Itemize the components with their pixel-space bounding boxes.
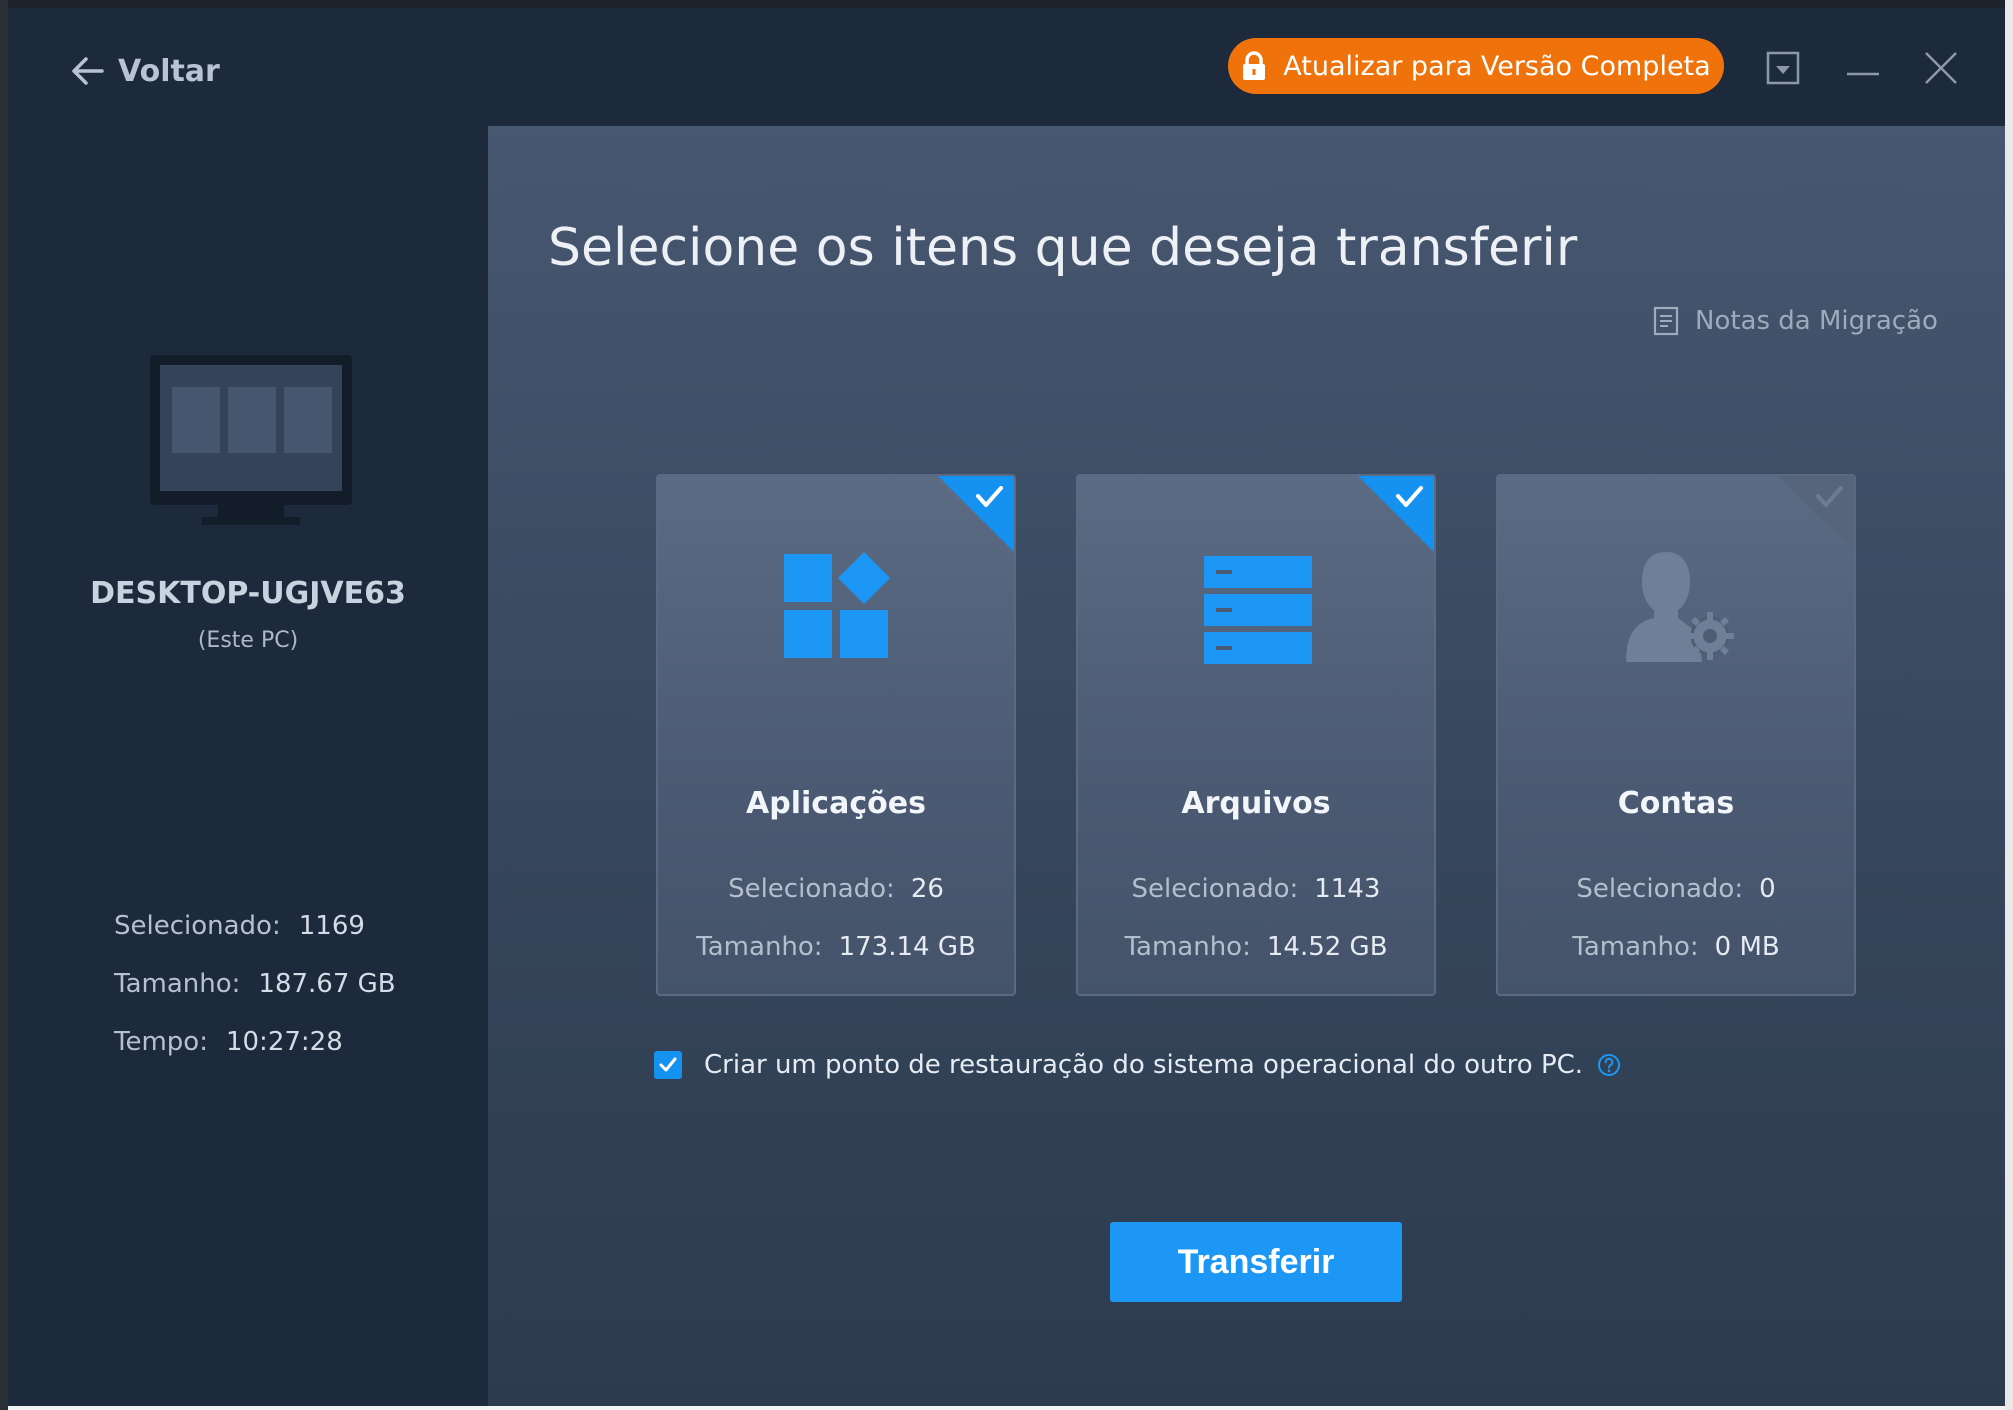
card-size-value: 173.14 GB	[838, 932, 976, 962]
computer-monitor-icon	[150, 355, 352, 525]
category-card-files[interactable]: Arquivos Selecionado: 1143 Tamanho: 14.52 …	[1076, 474, 1436, 996]
migration-notes-link[interactable]: Notas da Migração	[1653, 306, 1938, 336]
stat-time: Tempo: 10:27:28	[114, 1027, 396, 1085]
apps-icon	[784, 552, 890, 658]
sidebar: DESKTOP-UGJVE63 (Este PC) Selecionado: 1…	[8, 126, 488, 1406]
card-size: Tamanho: 14.52 GB	[1078, 932, 1434, 962]
card-size-label: Tamanho:	[1572, 932, 1699, 962]
stat-label: Tamanho:	[114, 969, 241, 999]
card-selected-label: Selecionado:	[1576, 874, 1744, 904]
lock-icon	[1243, 51, 1266, 80]
transfer-stats: Selecionado: 1169 Tamanho: 187.67 GB Tem…	[114, 911, 396, 1085]
stat-value: 10:27:28	[225, 1027, 343, 1057]
category-card-accounts[interactable]: Contas Selecionado: 0 Tamanho: 0 MB	[1496, 474, 1856, 996]
close-icon[interactable]	[1921, 48, 1961, 88]
card-title: Aplicações	[746, 786, 926, 821]
stat-value: 1169	[298, 911, 365, 941]
card-selected-value: 26	[910, 874, 944, 904]
card-size: Tamanho: 173.14 GB	[658, 932, 1014, 962]
migration-notes-label: Notas da Migração	[1695, 306, 1938, 336]
desktop-background-top	[0, 0, 2013, 8]
card-title: Contas	[1617, 786, 1735, 821]
files-icon	[1204, 556, 1312, 664]
back-label: Voltar	[118, 53, 220, 89]
dropdown-menu-icon[interactable]	[1763, 48, 1803, 88]
card-size-label: Tamanho:	[696, 932, 823, 962]
desktop-background-left	[0, 0, 8, 1410]
card-selected-value: 1143	[1314, 874, 1381, 904]
card-size-value: 0 MB	[1714, 932, 1780, 962]
checkmark-icon	[659, 1057, 677, 1072]
account-settings-icon	[1626, 552, 1734, 662]
card-size-label: Tamanho:	[1124, 932, 1251, 962]
restore-point-option: Criar um ponto de restauração do sistema…	[654, 1050, 1621, 1080]
restore-point-checkbox[interactable]	[654, 1051, 682, 1079]
card-selected: Selecionado: 1143	[1078, 874, 1434, 904]
card-size-value: 14.52 GB	[1266, 932, 1388, 962]
check-icon	[1358, 476, 1434, 552]
card-selected-value: 0	[1759, 874, 1776, 904]
document-icon	[1653, 306, 1679, 336]
main-panel: Selecione os itens que deseja transferir…	[488, 126, 2005, 1406]
category-card-applications[interactable]: Aplicações Selecionado: 26 Tamanho: 173.14…	[656, 474, 1016, 996]
card-selected: Selecionado: 0	[1498, 874, 1854, 904]
card-selected-label: Selecionado:	[728, 874, 895, 904]
stat-label: Tempo:	[114, 1027, 208, 1057]
minimize-icon[interactable]	[1843, 48, 1883, 88]
card-selected: Selecionado: 26	[658, 874, 1014, 904]
upgrade-label: Atualizar para Versão Completa	[1283, 50, 1711, 82]
card-size: Tamanho: 0 MB	[1498, 932, 1854, 962]
page-title: Selecione os itens que deseja transferir	[548, 218, 1578, 278]
title-bar: Voltar Atualizar para Versão Completa	[8, 8, 2005, 126]
restore-point-label: Criar um ponto de restauração do sistema…	[704, 1050, 1584, 1080]
card-title: Arquivos	[1181, 786, 1331, 821]
stat-selected: Selecionado: 1169	[114, 911, 396, 969]
help-icon[interactable]	[1597, 1053, 1621, 1077]
pc-subtitle: (Este PC)	[197, 628, 299, 653]
card-selected-label: Selecionado:	[1131, 874, 1299, 904]
check-icon	[938, 476, 1014, 552]
arrow-left-icon	[72, 57, 104, 85]
stat-label: Selecionado:	[114, 911, 281, 941]
upgrade-button[interactable]: Atualizar para Versão Completa	[1228, 38, 1724, 94]
desktop-background-right	[2005, 0, 2013, 1410]
app-window: Voltar Atualizar para Versão Completa DE…	[8, 8, 2005, 1406]
stat-size: Tamanho: 187.67 GB	[114, 969, 396, 1027]
transfer-button[interactable]: Transferir	[1110, 1222, 1402, 1302]
pc-name: DESKTOP-UGJVE63	[90, 576, 406, 611]
stat-value: 187.67 GB	[258, 969, 396, 999]
back-button[interactable]: Voltar	[70, 46, 220, 96]
check-icon	[1778, 476, 1854, 552]
